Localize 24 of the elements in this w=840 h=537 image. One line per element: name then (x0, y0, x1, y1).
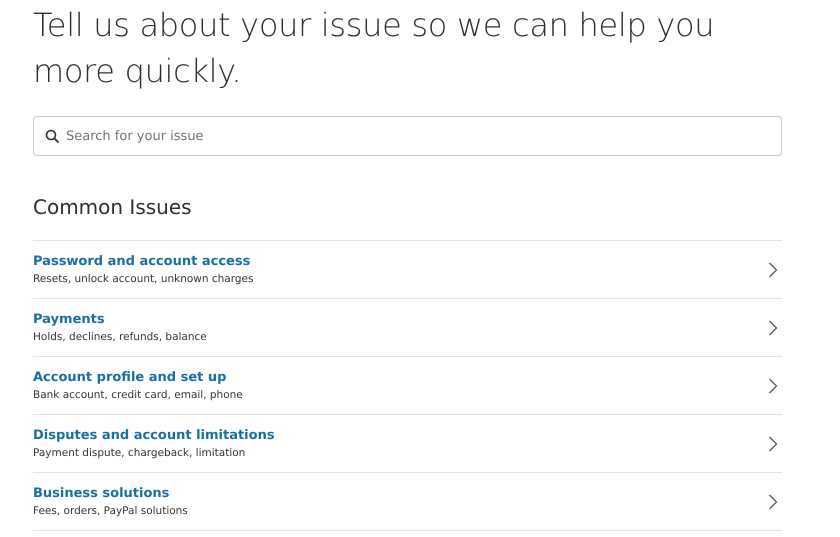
search-field[interactable]: Search for your issue (33, 116, 782, 156)
page-heading: Tell us about your issue so we can help you more quickly. (33, 5, 716, 92)
issue-item[interactable]: Payments Holds, declines, refunds, balance (33, 299, 782, 357)
issue-item[interactable]: Password and account access Resets, unlock account, unknown charges (33, 241, 782, 299)
issue-title: Disputes and account limitations (33, 428, 276, 443)
chevron-right-icon (768, 262, 778, 278)
chevron-right-icon (768, 320, 778, 336)
issue-description: Resets, unlock account, unknown charges (33, 273, 254, 285)
issue-item[interactable]: Account profile and set up Bank account, credit card, email, phone (33, 357, 782, 415)
chevron-right-icon (768, 494, 778, 510)
chevron-right-icon (768, 378, 778, 394)
section-heading: Common Issues (33, 194, 193, 220)
issue-title: Payments (33, 312, 106, 327)
issue-description: Payment dispute, chargeback, limitation (33, 447, 246, 459)
search-icon (45, 129, 59, 143)
issue-title: Password and account access (33, 254, 252, 269)
issue-description: Bank account, credit card, email, phone (33, 389, 244, 401)
issue-title: Business solutions (33, 486, 170, 501)
issue-item[interactable]: Disputes and account limitations Payment dispute, chargeback, limitation (33, 415, 782, 473)
issue-description: Holds, declines, refunds, balance (33, 331, 208, 343)
issue-item[interactable]: Business solutions Fees, orders, PayPal solutions (33, 473, 782, 531)
issue-title: Account profile and set up (33, 370, 228, 385)
chevron-right-icon (768, 436, 778, 452)
issue-description: Fees, orders, PayPal solutions (33, 505, 189, 517)
